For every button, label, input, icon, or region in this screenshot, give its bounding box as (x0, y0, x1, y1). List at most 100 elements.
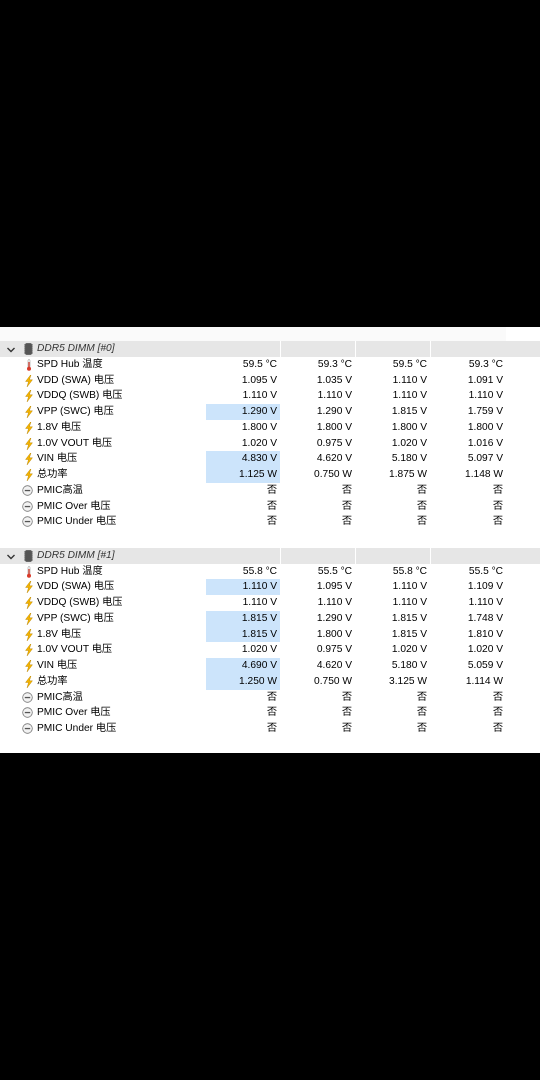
lightning-icon (25, 628, 33, 641)
sensor-label: 总功率 (37, 675, 68, 687)
sensor-label: PMIC Over 电压 (37, 707, 111, 719)
min-value: 0.750 W (314, 675, 352, 687)
avg-value: 1.759 V (467, 406, 503, 417)
current-value: 1.290 V (206, 404, 280, 420)
sensor-label: PMIC高温 (37, 691, 83, 703)
sensor-row[interactable]: VIN 电压 4.830 V 4.620 V 5.180 V 5.097 V (0, 451, 540, 467)
min-value: 55.5 °C (317, 565, 352, 577)
avg-value: 1.020 V (467, 644, 503, 656)
max-value: 5.180 V (391, 660, 427, 671)
minus-circle-icon (22, 500, 33, 512)
lightning-icon (25, 421, 33, 434)
sensor-label: PMIC Over 电压 (37, 500, 111, 512)
min-value: 否 (341, 484, 352, 496)
max-value: 5.180 V (391, 453, 427, 465)
max-value: 否 (416, 691, 427, 703)
avg-value: 1.110 V (468, 390, 503, 402)
max-value: 否 (416, 516, 427, 528)
max-value: 1.800 V (391, 421, 427, 433)
max-value: 1.110 V (392, 581, 427, 593)
group-header[interactable]: DDR5 DIMM [#0] (0, 341, 540, 357)
sensor-row[interactable]: 总功率 1.250 W 0.750 W 3.125 W 1.114 W (0, 673, 540, 690)
sensor-grid: DDR5 DIMM [#0] SPD Hub 温度 59.5 °C 59.3 °C 59… (0, 341, 540, 753)
current-value: 否 (266, 484, 277, 496)
max-value: 1.815 V (391, 406, 427, 417)
sensor-row[interactable]: 1.8V 电压 1.800 V 1.800 V 1.800 V 1.800 V (0, 420, 540, 436)
lightning-icon (25, 453, 33, 466)
sensor-panel: DDR5 DIMM [#0] SPD Hub 温度 59.5 °C 59.3 °C 59… (0, 327, 540, 753)
max-value: 1.815 V (391, 612, 427, 624)
sensor-row[interactable]: 1.0V VOUT 电压 1.020 V 0.975 V 1.020 V 1.016 V (0, 436, 540, 452)
group-title: DDR5 DIMM [#1] (37, 549, 115, 561)
current-value: 否 (266, 500, 277, 512)
sensor-row[interactable]: VDDQ (SWB) 电压 1.110 V 1.110 V 1.110 V 1.110 … (0, 388, 540, 404)
sensor-row[interactable]: 总功率 1.125 W 0.750 W 1.875 W 1.148 W (0, 467, 540, 483)
sensor-label: 1.8V 电压 (37, 628, 82, 640)
minus-circle-icon (22, 707, 33, 718)
max-value: 否 (416, 723, 427, 734)
sensor-row[interactable]: PMIC Over 电压 否 否 否 否 (0, 499, 540, 515)
max-value: 否 (416, 484, 427, 496)
min-value: 1.110 V (317, 390, 352, 402)
sensor-row[interactable]: VDD (SWA) 电压 1.110 V 1.095 V 1.110 V 1.109 V (0, 579, 540, 595)
min-value: 否 (341, 500, 352, 512)
group-header[interactable]: DDR5 DIMM [#1] (0, 547, 540, 564)
current-value: 1.815 V (206, 626, 280, 643)
sensor-row[interactable]: 1.0V VOUT 电压 1.020 V 0.975 V 1.020 V 1.020 V (0, 642, 540, 658)
current-value: 4.690 V (206, 658, 280, 674)
sensor-label: VDD (SWA) 电压 (37, 374, 115, 386)
lightning-icon (25, 390, 33, 403)
sensor-label: 1.0V VOUT 电压 (37, 437, 113, 449)
max-value: 否 (416, 707, 427, 719)
max-value: 1.110 V (392, 390, 427, 402)
sensor-row[interactable]: PMIC Under 电压 否 否 否 否 (0, 721, 540, 737)
minus-circle-icon (22, 485, 33, 496)
group-header (0, 752, 540, 753)
sensor-row[interactable]: SPD Hub 温度 59.5 °C 59.3 °C 59.5 °C 59.3 °C (0, 357, 540, 373)
sensor-row[interactable]: VPP (SWC) 电压 1.290 V 1.290 V 1.815 V 1.759 V (0, 404, 540, 420)
avg-value: 1.109 V (467, 581, 503, 593)
min-value: 否 (341, 516, 352, 528)
current-value: 1.110 V (206, 579, 280, 595)
sensor-row[interactable]: SPD Hub 温度 55.8 °C 55.5 °C 55.8 °C 55.5 °C (0, 564, 540, 580)
sensor-row[interactable]: PMIC高温 否 否 否 否 (0, 483, 540, 499)
avg-value: 1.091 V (467, 374, 503, 386)
memory-chip-icon (24, 550, 33, 562)
current-value: 否 (266, 516, 277, 528)
max-value: 55.8 °C (392, 565, 427, 577)
current-value: 1.125 W (206, 467, 280, 483)
current-value: 1.815 V (206, 610, 280, 627)
lightning-icon (25, 644, 33, 657)
top-spacer (0, 327, 540, 341)
max-value: 1.110 V (392, 597, 427, 608)
minus-circle-icon (22, 516, 33, 527)
sensor-row[interactable]: VDD (SWA) 电压 1.095 V 1.035 V 1.110 V 1.091 V (0, 373, 540, 389)
sensor-row[interactable]: VPP (SWC) 电压 1.815 V 1.290 V 1.815 V 1.748 V (0, 610, 540, 627)
sensor-row[interactable]: PMIC Under 电压 否 否 否 否 (0, 514, 540, 530)
current-value: 1.020 V (241, 644, 277, 656)
current-value: 55.8 °C (242, 565, 277, 577)
sensor-row[interactable]: VDDQ (SWB) 电压 1.110 V 1.110 V 1.110 V 1.110 … (0, 595, 540, 611)
group-spacer (0, 736, 540, 753)
min-value: 1.290 V (316, 406, 352, 417)
max-value: 否 (416, 500, 427, 512)
sensor-row[interactable]: 1.8V 电压 1.815 V 1.800 V 1.815 V 1.810 V (0, 626, 540, 643)
max-value: 59.5 °C (392, 358, 427, 370)
sensor-row[interactable]: PMIC高温 否 否 否 否 (0, 690, 540, 706)
avg-value: 1.810 V (467, 628, 503, 640)
chevron-down-icon[interactable] (6, 345, 16, 355)
chevron-down-icon[interactable] (6, 552, 16, 562)
lightning-icon (25, 437, 33, 450)
sensor-row[interactable]: VIN 电压 4.690 V 4.620 V 5.180 V 5.059 V (0, 658, 540, 674)
lightning-icon (25, 406, 33, 418)
group-spacer (0, 530, 540, 546)
sensor-label: SPD Hub 温度 (37, 565, 103, 577)
avg-value: 1.110 V (468, 597, 503, 608)
lightning-icon (25, 660, 33, 672)
sensor-label: 1.0V VOUT 电压 (37, 644, 113, 656)
min-value: 4.620 V (316, 660, 352, 671)
min-value: 1.035 V (316, 374, 352, 386)
max-value: 1.815 V (391, 628, 427, 640)
sensor-row[interactable]: PMIC Over 电压 否 否 否 否 (0, 705, 540, 721)
avg-value: 否 (492, 707, 503, 719)
